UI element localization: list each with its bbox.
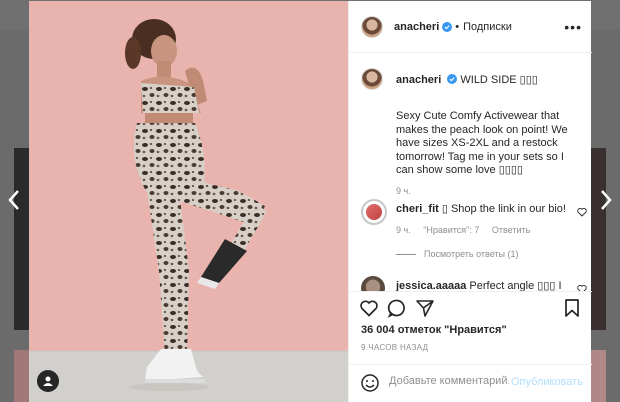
view-replies-button[interactable]: Посмотреть ответы (1) <box>396 249 519 259</box>
caption-body: Sexy Cute Comfy Activewear that makes th… <box>396 110 568 176</box>
emoji-icon[interactable] <box>360 373 380 393</box>
commenter-username[interactable]: jessica.aaaaa <box>396 280 466 291</box>
post-photo <box>29 1 348 402</box>
post-timestamp[interactable]: 9 ЧАСОВ НАЗАД <box>361 343 428 352</box>
reply-button[interactable]: Ответить <box>492 225 530 235</box>
comment-like-icon[interactable] <box>577 207 587 217</box>
author-username[interactable]: anacheri <box>394 21 439 33</box>
heart-icon[interactable] <box>359 298 379 318</box>
post-image <box>29 1 348 402</box>
background-feed-bottom-right <box>590 350 606 402</box>
share-icon[interactable] <box>415 298 435 318</box>
post-side-panel: anacheri • Подписки ••• anacheri WILD SI… <box>348 1 592 402</box>
author-avatar[interactable] <box>361 15 383 38</box>
comment-meta: 9 ч. "Нравится": 7 Ответить <box>396 225 540 235</box>
follow-button[interactable]: Подписки <box>463 21 512 33</box>
verified-badge-icon <box>447 74 458 84</box>
comment-time[interactable]: 9 ч. <box>396 225 411 235</box>
comment-text: jessica.aaaaa Perfect angle ▯▯▯ I <box>396 279 562 291</box>
chevron-left-icon <box>8 190 19 210</box>
commenter-avatar[interactable] <box>361 276 385 291</box>
verified-badge-icon <box>442 21 453 32</box>
comment-like-icon[interactable] <box>577 284 587 291</box>
post-header: anacheri • Подписки ••• <box>349 1 592 53</box>
background-feed-left <box>14 148 30 330</box>
caption-time[interactable]: 9 ч. <box>396 186 411 196</box>
caption-author[interactable]: anacheri <box>396 74 441 86</box>
caption-first-line: anacheri WILD SIDE ▯▯▯ <box>396 73 538 86</box>
commenter-username[interactable]: cheri_fit <box>396 203 439 215</box>
add-comment-bar: Опубликовать <box>349 364 592 402</box>
comments-list[interactable]: anacheri WILD SIDE ▯▯▯ Sexy Cute Comfy A… <box>349 54 592 291</box>
comment-likes[interactable]: "Нравится": 7 <box>423 225 479 235</box>
tag-users-button[interactable] <box>37 370 59 392</box>
caption-avatar[interactable] <box>361 68 383 90</box>
comment-icon[interactable] <box>387 298 407 318</box>
comment-body: Perfect angle ▯▯▯ I <box>469 280 562 291</box>
post-actions: 36 004 отметок "Нравится" 9 ЧАСОВ НАЗАД <box>349 291 592 352</box>
next-post-button[interactable] <box>594 186 618 214</box>
comment-text: cheri_fit ▯ Shop the link in our bio! <box>396 202 566 215</box>
user-tag-icon <box>43 376 53 386</box>
more-options-button[interactable]: ••• <box>564 19 582 35</box>
previous-post-button[interactable] <box>2 186 26 214</box>
caption-title: WILD SIDE ▯▯▯ <box>460 74 538 86</box>
background-feed-bottom-left <box>14 350 30 402</box>
bookmark-icon[interactable] <box>562 298 582 318</box>
likes-count[interactable]: 36 004 отметок "Нравится" <box>361 324 507 336</box>
comment-input[interactable] <box>389 375 509 387</box>
comment-body: ▯ Shop the link in our bio! <box>441 203 566 215</box>
post-modal: anacheri • Подписки ••• anacheri WILD SI… <box>29 1 592 402</box>
separator-dot: • <box>455 20 460 33</box>
commenter-avatar[interactable] <box>361 199 387 225</box>
publish-button[interactable]: Опубликовать <box>511 376 583 388</box>
chevron-right-icon <box>601 190 612 210</box>
background-feed-right <box>590 148 606 330</box>
view-replies-label: Посмотреть ответы (1) <box>424 249 519 259</box>
